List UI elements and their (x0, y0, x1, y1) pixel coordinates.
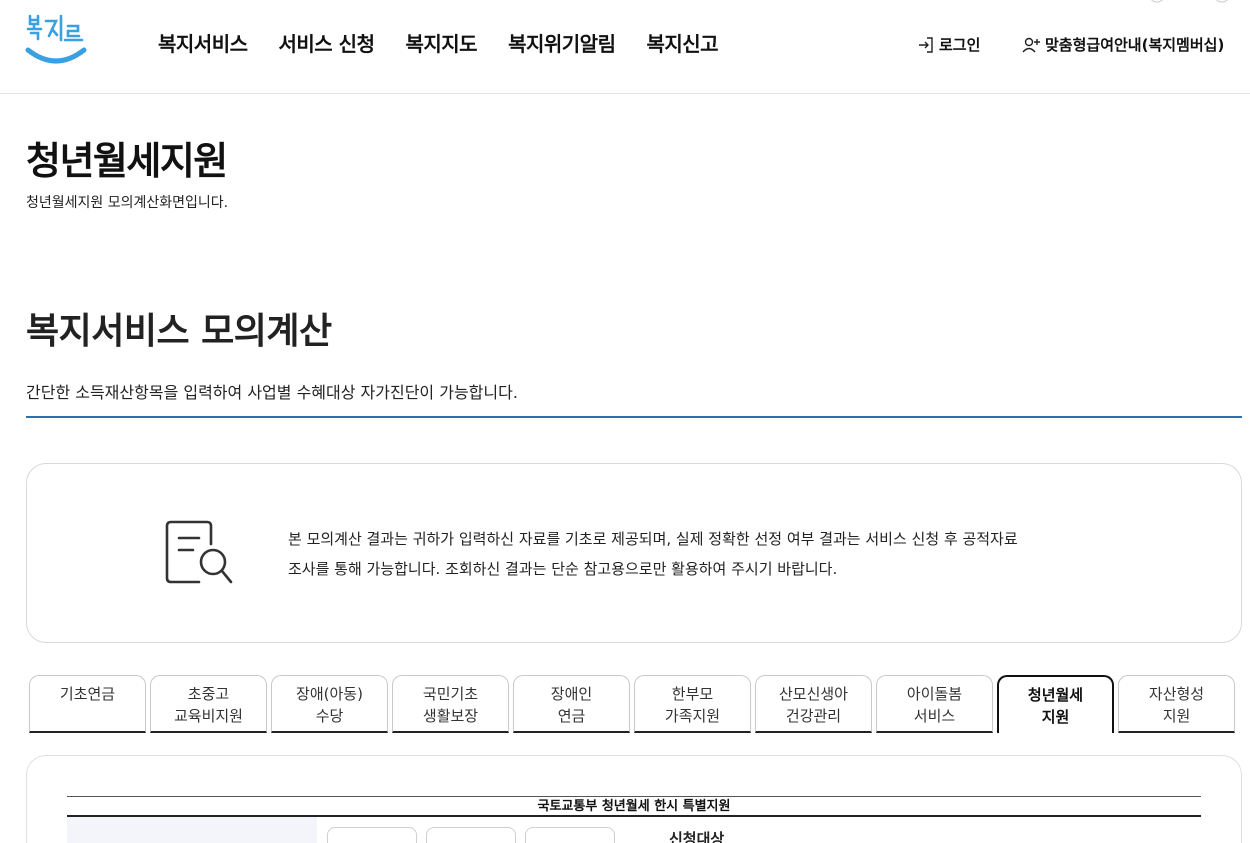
notice-text: 본 모의계산 결과는 귀하가 입력하신 자료를 기초로 제공되며, 실제 정확한… (288, 524, 1018, 584)
tab-disability-pension[interactable]: 장애인 연금 (513, 675, 630, 733)
option-button-3[interactable] (525, 827, 615, 843)
page-description: 청년월세지원 모의계산화면입니다. (26, 195, 229, 211)
top-scroll-controls (1150, 0, 1229, 3)
tab-label: 자산형성 지원 (1148, 685, 1205, 725)
login-label: 로그인 (939, 36, 981, 54)
tab-label: 산모신생아 건강관리 (778, 685, 848, 725)
notice-line-2: 조사를 통해 가능합니다. 조회하신 결과는 단순 참고용으로만 활용하여 주시… (288, 560, 838, 578)
nav-welfare-service[interactable]: 복지서비스 (158, 28, 248, 57)
tab-label: 기초연금 (59, 685, 116, 703)
option-button-1[interactable] (327, 827, 417, 843)
tab-asset-building[interactable]: 자산형성 지원 (1118, 675, 1235, 733)
site-header: 복지서비스 서비스 신청 복지지도 복지위기알림 복지신고 로그인 맞춤형급여안… (0, 0, 1250, 94)
tab-education-support[interactable]: 초중고 교육비지원 (150, 675, 267, 733)
nav-welfare-map[interactable]: 복지지도 (405, 28, 477, 57)
tab-label: 장애인 연금 (550, 685, 593, 725)
notice-line-1: 본 모의계산 결과는 귀하가 입력하신 자료를 기초로 제공되며, 실제 정확한… (288, 530, 1018, 548)
login-link[interactable]: 로그인 (917, 34, 980, 55)
notice-box: 본 모의계산 결과는 귀하가 입력하신 자료를 기초로 제공되며, 실제 정확한… (26, 463, 1242, 643)
tab-label: 한부모 가족지원 (664, 685, 721, 725)
option-button-2[interactable] (426, 827, 516, 843)
nav-service-apply[interactable]: 서비스 신청 (279, 28, 375, 57)
document-search-icon (165, 520, 233, 584)
nav-welfare-report[interactable]: 복지신고 (646, 28, 718, 57)
tab-youth-rent-support[interactable]: 청년월세 지원 (997, 675, 1114, 733)
section-description: 간단한 소득재산항목을 입력하여 사업별 수혜대상 자가진단이 가능합니다. (26, 383, 518, 402)
membership-link[interactable]: 맞춤형급여안내(복지멤버십) (1021, 34, 1224, 55)
table-title: 국토교통부 청년월세 한시 특별지원 (67, 796, 1201, 817)
tab-basic-pension[interactable]: 기초연금 (29, 675, 146, 733)
tab-maternal-newborn[interactable]: 산모신생아 건강관리 (755, 675, 872, 733)
membership-label: 맞춤형급여안내(복지멤버십) (1045, 36, 1225, 54)
tab-single-parent[interactable]: 한부모 가족지원 (634, 675, 751, 733)
bokjiro-logo[interactable] (24, 12, 88, 66)
tab-label: 아이돌봄 서비스 (906, 685, 963, 725)
page: 복지서비스 서비스 신청 복지지도 복지위기알림 복지신고 로그인 맞춤형급여안… (0, 0, 1250, 843)
tab-label: 국민기초 생활보장 (422, 685, 479, 725)
page-title: 청년월세지원 (26, 139, 228, 183)
tab-childcare-service[interactable]: 아이돌봄 서비스 (876, 675, 993, 733)
tab-disability-allowance[interactable]: 장애(아동) 수당 (271, 675, 388, 733)
login-icon (919, 36, 933, 53)
tab-label: 초중고 교육비지원 (173, 685, 243, 725)
nav-welfare-crisis-alert[interactable]: 복지위기알림 (508, 28, 616, 57)
tab-label: 청년월세 지원 (1027, 686, 1084, 726)
tab-basic-livelihood[interactable]: 국민기초 생활보장 (392, 675, 509, 733)
section-title: 복지서비스 모의계산 (26, 311, 332, 352)
user-plus-icon (1022, 37, 1040, 52)
applicant-target-label: 신청대상 (669, 830, 725, 843)
section-divider (26, 416, 1242, 418)
tab-label: 장애(아동) 수당 (296, 685, 363, 725)
service-tabs: 기초연금 초중고 교육비지원 장애(아동) 수당 국민기초 생활보장 장애인 연… (29, 675, 1235, 733)
main-navigation: 복지서비스 서비스 신청 복지지도 복지위기알림 복지신고 (158, 28, 719, 57)
table-left-cell (67, 817, 317, 843)
